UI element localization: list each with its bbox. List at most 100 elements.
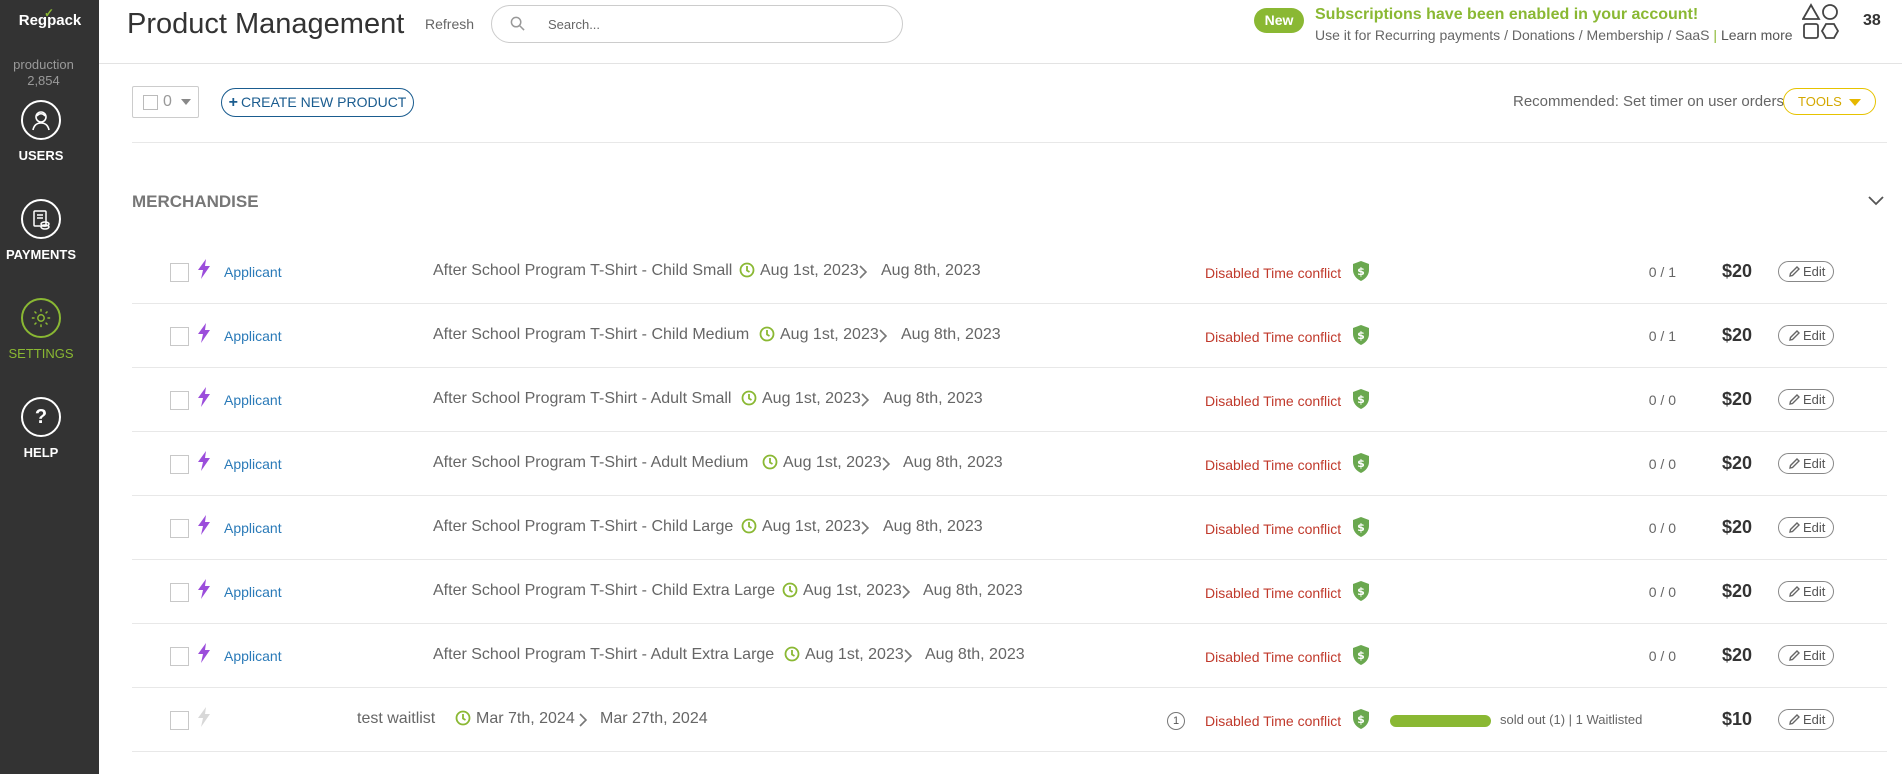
status-text: Disabled Time conflict — [1205, 457, 1342, 473]
edit-button[interactable]: Edit — [1778, 709, 1834, 730]
announcement-title: Subscriptions have been enabled in your … — [1315, 6, 1699, 23]
product-name[interactable]: After School Program T-Shirt - Adult Sma… — [433, 390, 731, 408]
row-checkbox[interactable] — [170, 327, 189, 346]
product-type-link[interactable]: Applicant — [224, 392, 282, 408]
refresh-link[interactable]: Refresh — [425, 16, 474, 32]
bolt-icon — [196, 579, 212, 599]
select-all-dropdown[interactable]: 0 — [132, 86, 199, 118]
chevron-right-icon — [878, 329, 888, 343]
edit-button[interactable]: Edit — [1778, 325, 1834, 346]
product-type-link[interactable]: Applicant — [224, 456, 282, 472]
svg-text:$: $ — [1357, 521, 1365, 534]
shield-dollar-icon: $ — [1352, 644, 1370, 666]
price: $10 — [1722, 709, 1753, 729]
clock-icon — [741, 390, 757, 406]
shield-dollar-icon: $ — [1352, 516, 1370, 538]
row-checkbox[interactable] — [170, 263, 189, 282]
apps-count: 38 — [1863, 12, 1881, 29]
apps-icon[interactable] — [1802, 3, 1840, 41]
sidebar-item-label: USERS — [18, 148, 64, 163]
product-type-link[interactable]: Applicant — [224, 264, 282, 280]
sidebar-item-help[interactable]: ? HELP — [0, 397, 82, 460]
svg-text:$: $ — [1357, 393, 1365, 406]
start-date: Mar 7th, 2024 — [476, 710, 575, 727]
shield-dollar-icon: $ — [1352, 580, 1370, 602]
product-type-link[interactable]: Applicant — [224, 520, 282, 536]
quantity-text: 0 / 1 — [1648, 328, 1676, 344]
product-name[interactable]: After School Program T-Shirt - Adult Med… — [433, 454, 748, 472]
section-title: MERCHANDISE — [132, 192, 259, 211]
sidebar-item-users[interactable]: USERS — [0, 100, 82, 163]
product-name[interactable]: After School Program T-Shirt - Child Ext… — [433, 582, 775, 600]
gear-icon — [21, 298, 61, 338]
clock-icon — [741, 518, 757, 534]
sidebar-item-payments[interactable]: PAYMENTS — [0, 199, 82, 262]
edit-button[interactable]: Edit — [1778, 453, 1834, 474]
chevron-right-icon — [858, 265, 868, 279]
divider — [132, 142, 1887, 143]
start-date: Aug 1st, 2023 — [803, 582, 902, 599]
table-row: Applicant After School Program T-Shirt - … — [132, 304, 1887, 368]
end-date: Aug 8th, 2023 — [925, 646, 1025, 663]
edit-button[interactable]: Edit — [1778, 517, 1834, 538]
quantity-text: 0 / 0 — [1648, 456, 1676, 472]
search-box[interactable] — [491, 5, 903, 43]
product-name[interactable]: After School Program T-Shirt - Adult Ext… — [433, 646, 774, 664]
payments-icon — [21, 199, 61, 239]
product-type-link[interactable]: Applicant — [224, 328, 282, 344]
plus-icon: + — [228, 94, 238, 111]
regpack-logo[interactable]: ✓ Regpack — [10, 6, 90, 29]
recommendation-text[interactable]: Recommended: Set timer on user orders — [1513, 93, 1784, 110]
end-date: Aug 8th, 2023 — [923, 582, 1023, 599]
svg-text:$: $ — [1357, 713, 1365, 726]
status-text: Disabled Time conflict — [1205, 393, 1342, 409]
select-all-checkbox[interactable] — [143, 95, 158, 110]
edit-button[interactable]: Edit — [1778, 645, 1834, 666]
price: $20 — [1722, 261, 1753, 281]
edit-label: Edit — [1803, 712, 1826, 727]
waitlist-count-badge: 1 — [1167, 712, 1185, 730]
edit-button[interactable]: Edit — [1778, 389, 1834, 410]
end-date: Aug 8th, 2023 — [881, 262, 981, 279]
chevron-down-icon[interactable] — [1866, 190, 1886, 210]
product-name[interactable]: After School Program T-Shirt - Child Sma… — [433, 262, 732, 280]
status-text: Disabled Time conflict — [1205, 713, 1342, 729]
sidebar-item-label: HELP — [23, 445, 59, 460]
table-row: Applicant After School Program T-Shirt - … — [132, 560, 1887, 624]
price: $20 — [1722, 517, 1753, 537]
row-checkbox[interactable] — [170, 519, 189, 538]
row-checkbox[interactable] — [170, 391, 189, 410]
row-checkbox[interactable] — [170, 455, 189, 474]
create-product-button[interactable]: + CREATE NEW PRODUCT — [221, 88, 414, 117]
search-input[interactable] — [548, 14, 888, 34]
end-date: Aug 8th, 2023 — [901, 326, 1001, 343]
clock-icon — [759, 326, 775, 342]
clock-icon — [455, 710, 471, 726]
caret-down-icon — [1849, 99, 1861, 106]
clock-icon — [739, 262, 755, 278]
product-name[interactable]: test waitlist — [357, 710, 435, 728]
bolt-icon — [196, 387, 212, 407]
status-text: Disabled Time conflict — [1205, 329, 1342, 345]
learn-more-link[interactable]: Learn more — [1721, 27, 1793, 43]
environment-count: 2,854 — [27, 73, 60, 88]
product-name[interactable]: After School Program T-Shirt - Child Med… — [433, 326, 749, 344]
edit-button[interactable]: Edit — [1778, 581, 1834, 602]
clock-icon — [782, 582, 798, 598]
environment-info: production 2,854 — [0, 57, 87, 89]
product-name[interactable]: After School Program T-Shirt - Child Lar… — [433, 518, 733, 536]
edit-button[interactable]: Edit — [1778, 261, 1834, 282]
sold-out-text: sold out (1) | 1 Waitlisted — [1500, 712, 1643, 727]
edit-label: Edit — [1803, 392, 1826, 407]
sidebar-item-settings[interactable]: SETTINGS — [0, 298, 82, 361]
svg-text:$: $ — [1357, 585, 1365, 598]
start-date: Aug 1st, 2023 — [762, 518, 861, 535]
product-type-link[interactable]: Applicant — [224, 648, 282, 664]
row-checkbox[interactable] — [170, 583, 189, 602]
start-date: Aug 1st, 2023 — [780, 326, 879, 343]
row-checkbox[interactable] — [170, 711, 189, 730]
tools-button[interactable]: TOOLS — [1783, 88, 1876, 115]
row-checkbox[interactable] — [170, 647, 189, 666]
product-type-link[interactable]: Applicant — [224, 584, 282, 600]
start-date: Aug 1st, 2023 — [805, 646, 904, 663]
